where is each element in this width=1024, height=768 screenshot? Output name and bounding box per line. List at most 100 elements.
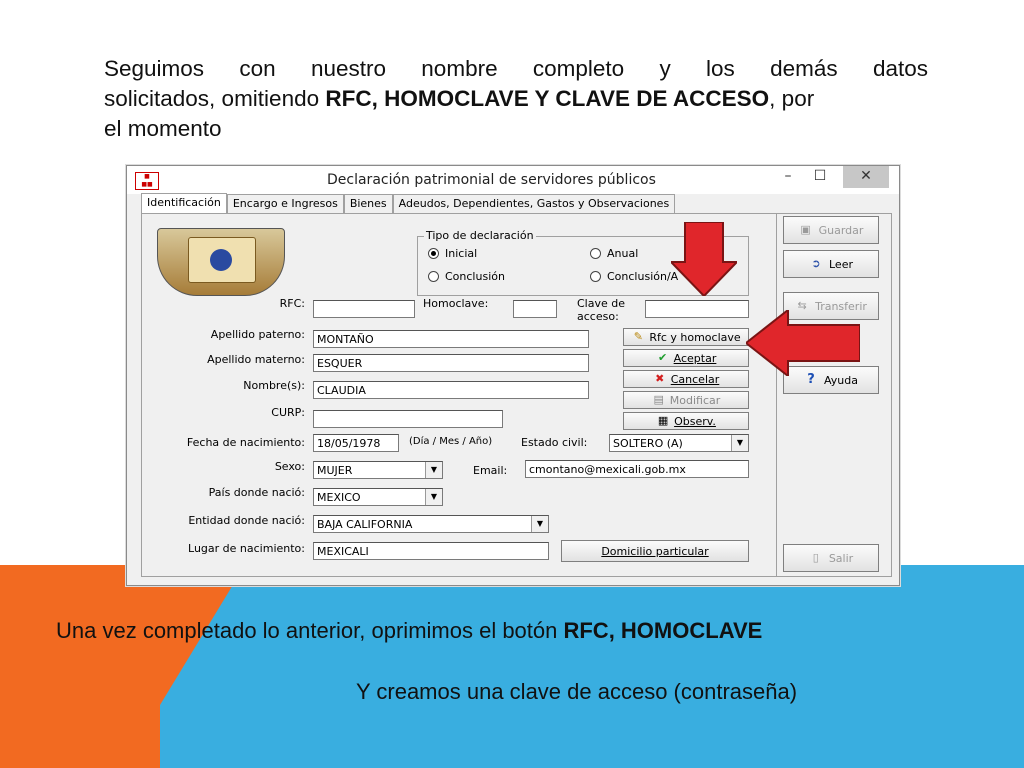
- apellido-materno-input[interactable]: ESQUER: [313, 354, 589, 372]
- dropdown-arrow-icon[interactable]: ▼: [425, 489, 442, 505]
- curp-input[interactable]: [313, 410, 503, 428]
- email-label: Email:: [473, 464, 508, 477]
- radio-conclusion-anual[interactable]: Conclusión/A: [590, 270, 678, 283]
- estado-civil-select[interactable]: SOLTERO (A) ▼: [609, 434, 749, 452]
- apellido-materno-label: Apellido materno:: [207, 353, 305, 366]
- cross-icon: ✖: [655, 372, 665, 385]
- minimize-button[interactable]: –: [773, 166, 803, 188]
- rfc-input[interactable]: [313, 300, 415, 318]
- modificar-label: Modificar: [669, 393, 721, 407]
- close-button[interactable]: ✕: [843, 166, 889, 188]
- aceptar-button[interactable]: ✔ Aceptar: [623, 349, 749, 367]
- radio-anual-label: Anual: [607, 247, 639, 260]
- pencil-icon: ✎: [633, 330, 643, 343]
- fecha-nacimiento-label: Fecha de nacimiento:: [186, 436, 305, 449]
- intro-word: Seguimos: [104, 56, 205, 81]
- red-arrow-down-icon: [671, 222, 737, 296]
- domicilio-button-label: Domicilio particular: [601, 544, 709, 558]
- pais-label: País donde nació:: [208, 486, 305, 499]
- tab-bienes[interactable]: Bienes: [343, 194, 393, 213]
- entidad-label: Entidad donde nació:: [188, 514, 305, 527]
- email-input[interactable]: cmontano@mexicali.gob.mx: [525, 460, 749, 478]
- tab-encargo-ingresos[interactable]: Encargo e Ingresos: [226, 194, 344, 213]
- intro-word: y: [659, 56, 671, 81]
- dropdown-arrow-icon[interactable]: ▼: [731, 435, 748, 451]
- edit-document-icon: ▤: [653, 393, 664, 406]
- rfc-label: RFC:: [279, 297, 305, 310]
- modificar-button[interactable]: ▤ Modificar: [623, 391, 749, 409]
- caption-1-bold: RFC, HOMOCLAVE: [563, 618, 763, 643]
- save-disk-icon: ▣: [800, 223, 811, 236]
- radio-inicial-label: Inicial: [445, 247, 478, 260]
- intro-word: los: [706, 56, 735, 81]
- leer-button[interactable]: ➲ Leer: [783, 250, 879, 278]
- nombres-label: Nombre(s):: [243, 379, 305, 392]
- homoclave-input[interactable]: [513, 300, 557, 318]
- entidad-value: BAJA CALIFORNIA: [317, 518, 413, 531]
- notes-icon: ▦: [657, 414, 669, 427]
- intro-line-1: Seguimos con nuestro nombre completo y l…: [104, 54, 928, 84]
- dropdown-arrow-icon[interactable]: ▼: [531, 516, 548, 532]
- observ-label: Observ.: [674, 414, 716, 428]
- red-arrow-left-icon: [746, 310, 860, 376]
- lugar-input[interactable]: MEXICALI: [313, 542, 549, 560]
- maximize-button[interactable]: ☐: [805, 166, 835, 188]
- caption-2: Y creamos una clave de acceso (contraseñ…: [356, 679, 798, 704]
- fecha-nacimiento-input[interactable]: 18/05/1978: [313, 434, 399, 452]
- estado-civil-label: Estado civil:: [521, 436, 588, 449]
- cancelar-label: Cancelar: [670, 372, 720, 386]
- checkmark-icon: ✔: [658, 351, 668, 364]
- guardar-button[interactable]: ▣ Guardar: [783, 216, 879, 244]
- estado-civil-value: SOLTERO (A): [613, 437, 683, 450]
- radio-icon: [590, 248, 601, 259]
- pais-value: MEXICO: [317, 491, 361, 504]
- apellido-paterno-input[interactable]: MONTAÑO: [313, 330, 589, 348]
- leer-label: Leer: [829, 257, 853, 271]
- radio-inicial[interactable]: Inicial: [428, 247, 477, 260]
- intro-line-2: solicitados, omitiendo RFC, HOMOCLAVE Y …: [104, 84, 928, 114]
- observ-button[interactable]: ▦ Observ.: [623, 412, 749, 430]
- aceptar-label: Aceptar: [673, 351, 717, 365]
- intro-word: completo: [532, 56, 625, 81]
- radio-selected-icon: [428, 248, 439, 259]
- exit-door-icon: ▯: [812, 551, 819, 564]
- radio-conclusion[interactable]: Conclusión: [428, 270, 505, 283]
- caption-1: Una vez completado lo anterior, oprimimo…: [56, 618, 762, 644]
- entidad-select[interactable]: BAJA CALIFORNIA ▼: [313, 515, 549, 533]
- salir-button[interactable]: ▯ Salir: [783, 544, 879, 572]
- guardar-label: Guardar: [818, 223, 864, 237]
- intro-line-3: el momento: [104, 116, 222, 141]
- lugar-label: Lugar de nacimiento:: [188, 542, 305, 555]
- government-seal-image: [157, 228, 285, 296]
- tab-strip: Identificación Encargo e Ingresos Bienes…: [141, 193, 676, 214]
- domicilio-particular-button[interactable]: Domicilio particular: [561, 540, 749, 562]
- intro-text-post: , por: [769, 86, 815, 111]
- clave-acceso-input[interactable]: [645, 300, 749, 318]
- rfc-homoclave-label: Rfc y homoclave: [649, 330, 741, 344]
- intro-word: nuestro: [310, 56, 386, 81]
- sexo-select[interactable]: MUJER ▼: [313, 461, 443, 479]
- radio-icon: [590, 271, 601, 282]
- intro-word: nombre: [421, 56, 498, 81]
- clave-acceso-label: Clave de acceso:: [577, 297, 626, 323]
- nombres-input[interactable]: CLAUDIA: [313, 381, 589, 399]
- pais-select[interactable]: MEXICO ▼: [313, 488, 443, 506]
- sexo-label: Sexo:: [274, 460, 305, 473]
- rfc-homoclave-button[interactable]: ✎ Rfc y homoclave: [623, 328, 749, 346]
- homoclave-label: Homoclave:: [423, 297, 489, 310]
- radio-anual[interactable]: Anual: [590, 247, 638, 260]
- window-title: Declaración patrimonial de servidores pú…: [327, 172, 656, 188]
- intro-word: demás: [770, 56, 838, 81]
- tab-identificacion[interactable]: Identificación: [141, 193, 227, 214]
- curp-label: CURP:: [271, 406, 305, 419]
- fecha-format-hint: (Día / Mes / Año): [409, 436, 493, 447]
- dropdown-arrow-icon[interactable]: ▼: [425, 462, 442, 478]
- intro-word: datos: [872, 56, 928, 81]
- window-titlebar: ■ ■■ Declaración patrimonial de servidore…: [127, 166, 899, 194]
- radio-conclusion-label: Conclusión: [445, 270, 505, 283]
- intro-word: con: [239, 56, 276, 81]
- salir-label: Salir: [828, 551, 854, 565]
- tab-adeudos[interactable]: Adeudos, Dependientes, Gastos y Observac…: [392, 194, 676, 213]
- cancelar-button[interactable]: ✖ Cancelar: [623, 370, 749, 388]
- sexo-value: MUJER: [317, 464, 353, 477]
